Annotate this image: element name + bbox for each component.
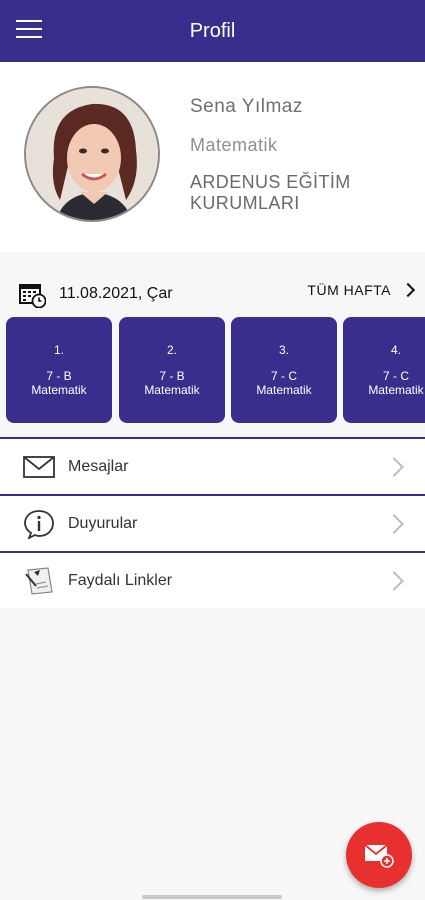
menu-item-messages[interactable]: Mesajlar bbox=[0, 437, 425, 494]
new-message-button[interactable] bbox=[346, 822, 412, 888]
all-week-label: TÜM HAFTA bbox=[307, 282, 391, 298]
lessons-carousel[interactable]: 1. 7 - B Matematik 2. 7 - B Matematik 3.… bbox=[6, 317, 425, 423]
avatar bbox=[24, 86, 160, 222]
profile-name: Sena Yılmaz bbox=[190, 96, 303, 117]
chevron-right-icon bbox=[400, 282, 416, 298]
chevron-right-icon bbox=[384, 457, 404, 477]
app-bar: Profil bbox=[0, 0, 425, 62]
menu-item-announcements[interactable]: Duyurular bbox=[0, 494, 425, 551]
lesson-number: 2. bbox=[166, 343, 177, 357]
lesson-number: 3. bbox=[278, 343, 289, 357]
lesson-subject: Matematik bbox=[31, 383, 87, 397]
lesson-card[interactable]: 4. 7 - C Matematik bbox=[343, 317, 425, 423]
lesson-number: 1. bbox=[53, 343, 64, 357]
profile-subject: Matematik bbox=[190, 135, 278, 155]
lesson-card[interactable]: 1. 7 - B Matematik bbox=[6, 317, 112, 423]
lesson-class: 7 - B bbox=[46, 369, 72, 383]
lesson-subject: Matematik bbox=[144, 383, 200, 397]
menu-label: Duyurular bbox=[68, 515, 138, 532]
profile-institution: ARDENUS EĞİTİM KURUMLARI bbox=[190, 172, 351, 213]
chevron-right-icon bbox=[384, 571, 404, 591]
menu-item-useful-links[interactable]: Faydalı Linkler bbox=[0, 551, 425, 608]
profile-card: Sena Yılmaz Matematik ARDENUS EĞİTİM KUR… bbox=[0, 62, 425, 252]
chevron-right-icon bbox=[384, 514, 404, 534]
new-message-icon bbox=[364, 844, 394, 868]
lesson-subject: Matematik bbox=[368, 383, 424, 397]
lesson-number: 4. bbox=[390, 343, 401, 357]
menu-label: Mesajlar bbox=[68, 458, 129, 475]
lesson-class: 7 - C bbox=[270, 369, 297, 383]
lesson-card[interactable]: 2. 7 - B Matematik bbox=[119, 317, 225, 423]
calendar-clock-icon bbox=[19, 284, 46, 308]
links-note-icon bbox=[25, 567, 53, 595]
main-menu: Mesajlar Duyurular Faydalı Linkler bbox=[0, 437, 425, 608]
lesson-class: 7 - B bbox=[159, 369, 185, 383]
page-title: Profil bbox=[189, 20, 236, 42]
schedule-date: 11.08.2021, Çar bbox=[59, 285, 173, 302]
home-indicator bbox=[142, 895, 282, 899]
lesson-subject: Matematik bbox=[256, 383, 312, 397]
envelope-icon bbox=[23, 456, 55, 478]
all-week-link[interactable]: TÜM HAFTA bbox=[307, 282, 416, 298]
lesson-class: 7 - C bbox=[382, 369, 409, 383]
lesson-card[interactable]: 3. 7 - C Matematik bbox=[231, 317, 337, 423]
menu-label: Faydalı Linkler bbox=[68, 572, 173, 589]
info-bubble-icon bbox=[24, 510, 54, 539]
schedule-section: 11.08.2021, Çar TÜM HAFTA 1. 7 - B Matem… bbox=[0, 262, 425, 442]
